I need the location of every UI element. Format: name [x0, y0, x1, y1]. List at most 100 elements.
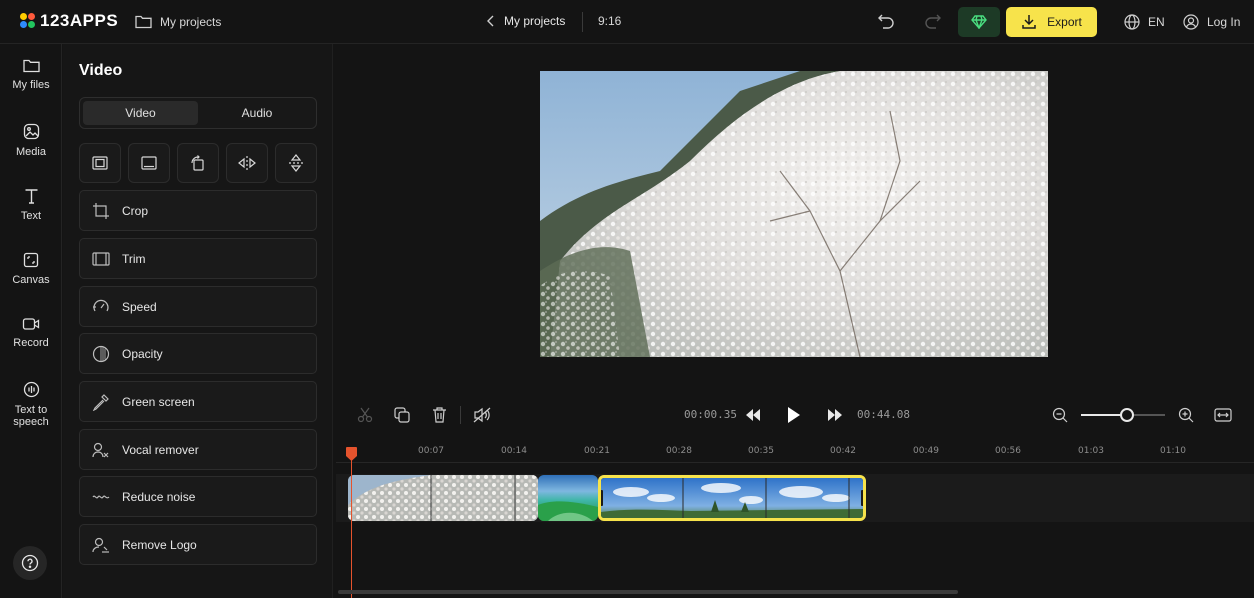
divider [460, 406, 461, 424]
fill-button[interactable] [128, 143, 170, 183]
duplicate-icon[interactable] [392, 405, 412, 425]
tool-label: Opacity [122, 347, 163, 361]
opacity-icon [92, 345, 110, 363]
app-logo[interactable]: 123APPS [20, 11, 118, 31]
fast-forward-icon[interactable] [825, 405, 845, 425]
help-button[interactable] [13, 546, 47, 580]
sky-clip[interactable] [598, 475, 866, 521]
ruler-label: 00:07 [418, 446, 444, 456]
timeline-scrollbar[interactable] [338, 590, 958, 594]
beach-clip[interactable] [538, 475, 598, 521]
zoom-slider-thumb[interactable] [1120, 408, 1134, 422]
trim-handle-left[interactable] [600, 490, 603, 506]
folder-icon [135, 14, 152, 29]
tool-label: Crop [122, 204, 148, 218]
nav-text[interactable]: Text [0, 188, 62, 222]
speed-tool[interactable]: Speed [79, 286, 317, 327]
user-icon [1183, 14, 1199, 30]
nav-label: Record [13, 337, 48, 349]
ruler-baseline [336, 462, 1254, 463]
help-icon [21, 554, 39, 572]
ruler-label: 00:35 [748, 446, 774, 456]
ruler-label: 00:42 [830, 446, 856, 456]
logo-mark [20, 13, 36, 29]
flip-horizontal-button[interactable] [226, 143, 268, 183]
nav-media[interactable]: Media [0, 123, 62, 158]
vocal-remover-tool[interactable]: Vocal remover [79, 429, 317, 470]
playhead-line [351, 458, 352, 598]
video-preview[interactable] [540, 71, 1048, 357]
current-time: 00:00.35 [684, 408, 737, 421]
language-label: EN [1148, 15, 1165, 29]
record-icon [22, 317, 40, 331]
language-selector[interactable]: EN [1124, 14, 1165, 30]
rotate-icon [190, 155, 206, 171]
ruler-label: 00:56 [995, 446, 1021, 456]
nav-text-to-speech[interactable]: Text to speech [0, 381, 62, 428]
vocal-remover-icon [92, 441, 110, 459]
total-time: 00:44.08 [857, 408, 910, 421]
nav-record[interactable]: Record [0, 317, 62, 349]
fill-icon [141, 156, 157, 170]
mute-icon[interactable] [472, 405, 492, 425]
opacity-tool[interactable]: Opacity [79, 333, 317, 374]
ruler-label: 00:14 [501, 446, 527, 456]
back-to-projects-button[interactable]: My projects [486, 14, 565, 28]
rotate-button[interactable] [177, 143, 219, 183]
login-button[interactable]: Log In [1183, 14, 1240, 30]
top-bar: 123APPS My projects My projects 9:16 Exp… [0, 0, 1254, 44]
tab-audio[interactable]: Audio [200, 101, 314, 125]
tool-label: Trim [122, 252, 146, 266]
nav-my-files[interactable]: My files [0, 58, 62, 91]
fit-icon [92, 156, 108, 170]
split-icon[interactable] [355, 405, 375, 425]
flip-vertical-icon [289, 154, 303, 172]
play-icon[interactable] [784, 405, 804, 425]
tool-label: Vocal remover [122, 443, 199, 457]
export-button[interactable]: Export [1006, 7, 1097, 37]
tool-label: Reduce noise [122, 490, 195, 504]
export-label: Export [1047, 15, 1082, 29]
undo-icon[interactable] [877, 13, 895, 29]
zoom-in-icon[interactable] [1176, 405, 1196, 425]
remove-logo-tool[interactable]: Remove Logo [79, 524, 317, 565]
tab-video[interactable]: Video [83, 101, 198, 125]
speed-icon [92, 298, 110, 316]
ruler-label: 00:49 [913, 446, 939, 456]
zoom-out-icon[interactable] [1050, 405, 1070, 425]
divider [582, 12, 583, 32]
green-screen-tool[interactable]: Green screen [79, 381, 317, 422]
redo-icon[interactable] [924, 13, 942, 29]
my-projects-link[interactable]: My projects [135, 14, 221, 29]
nav-label: My files [12, 79, 49, 91]
cherry-blossom-clip[interactable] [348, 475, 538, 521]
delete-icon[interactable] [429, 405, 449, 425]
nav-label: Text to speech [9, 404, 53, 428]
text-to-speech-icon [23, 381, 40, 398]
remove-logo-icon [92, 536, 110, 554]
login-label: Log In [1207, 15, 1240, 29]
nav-canvas[interactable]: Canvas [0, 252, 62, 286]
premium-button[interactable] [958, 7, 1000, 37]
aspect-ratio-selector[interactable]: 9:16 [598, 14, 621, 28]
fit-timeline-icon[interactable] [1213, 405, 1233, 425]
diamond-icon [971, 15, 987, 29]
flip-vertical-button[interactable] [275, 143, 317, 183]
panel-title: Video [79, 62, 122, 80]
aspect-ratio-label: 9:16 [598, 14, 621, 28]
rewind-icon[interactable] [743, 405, 763, 425]
back-label: My projects [504, 14, 565, 28]
crop-icon [92, 202, 110, 220]
crop-tool[interactable]: Crop [79, 190, 317, 231]
left-navigation: My files Media Text Canvas Record Text t… [0, 44, 62, 598]
trim-tool[interactable]: Trim [79, 238, 317, 279]
reduce-noise-tool[interactable]: Reduce noise [79, 476, 317, 517]
nav-label: Text [21, 210, 41, 222]
trim-icon [92, 251, 110, 267]
nav-label: Canvas [12, 274, 49, 286]
fit-button[interactable] [79, 143, 121, 183]
chevron-left-icon [486, 15, 496, 27]
playhead-handle[interactable] [346, 447, 357, 461]
trim-handle-right[interactable] [861, 490, 864, 506]
reduce-noise-icon [92, 490, 110, 504]
